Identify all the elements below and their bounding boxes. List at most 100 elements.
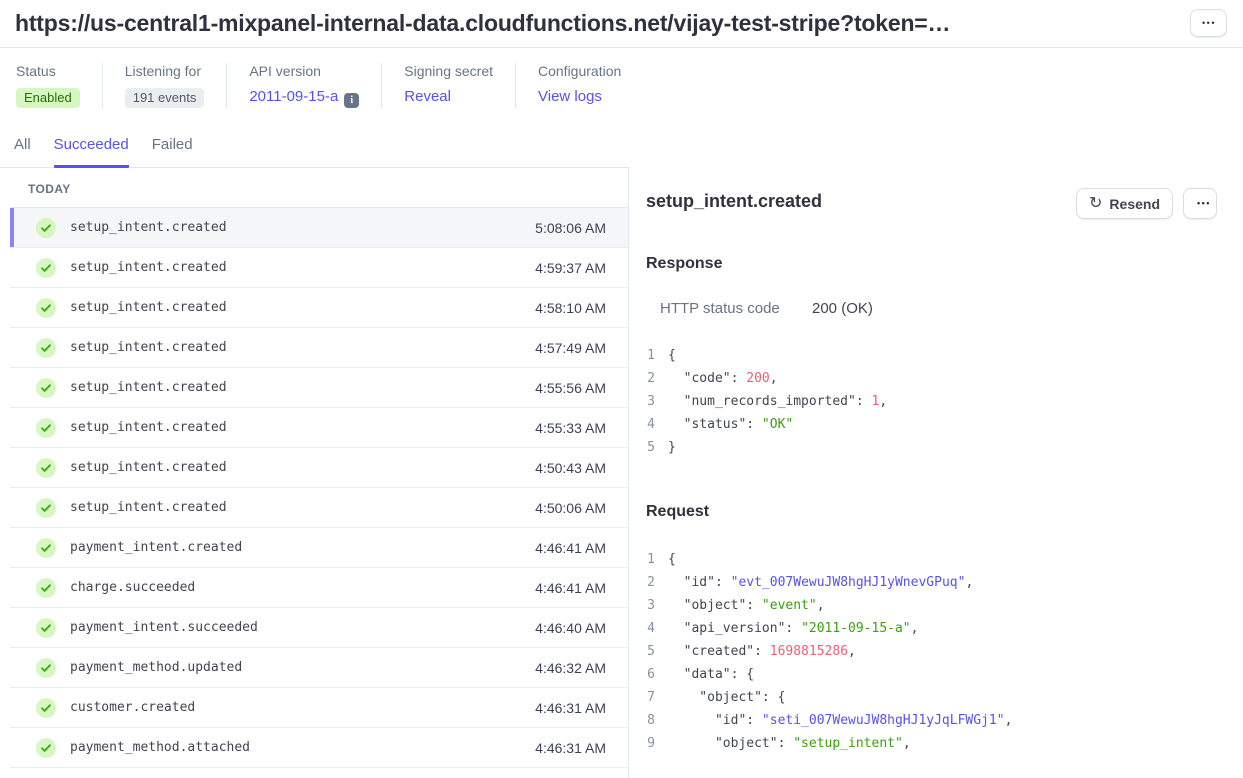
line-number: 7 (646, 686, 655, 709)
event-row[interactable]: payment_method.attached 4:46:31 AM (10, 728, 628, 768)
event-row[interactable]: charge.succeeded4:46:41 AM (10, 568, 628, 608)
event-time: 4:46:31 AM (535, 700, 606, 716)
line-number: 5 (646, 436, 655, 459)
success-check-icon (36, 418, 56, 438)
event-name: setup_intent.created (70, 500, 227, 515)
header-more-button[interactable]: ••• (1190, 9, 1227, 37)
event-time: 4:46:41 AM (535, 540, 606, 556)
api-version-link[interactable]: 2011-09-15-a (249, 88, 338, 105)
event-time: 4:50:43 AM (535, 460, 606, 476)
success-check-icon (36, 458, 56, 478)
line-number: 5 (646, 640, 655, 663)
event-filter-tabs: All Succeeded Failed (0, 124, 629, 168)
code-line: 5 "created": 1698815286, (646, 640, 1217, 663)
detail-header: setup_intent.created ↻ Resend ••• (646, 188, 1217, 219)
meta-api-version: API version 2011-09-15-a i (226, 63, 381, 108)
request-code-block: 1{2 "id": "evt_007WewuJW8hgHJ1yWnevGPuq"… (646, 548, 1217, 755)
code-line: 7 "object": { (646, 686, 1217, 709)
code-text: "api_version": "2011-09-15-a", (668, 617, 918, 640)
meta-label: Listening for (125, 63, 205, 79)
tab-failed[interactable]: Failed (152, 136, 193, 168)
event-time: 4:55:33 AM (535, 420, 606, 436)
event-time: 4:57:49 AM (535, 340, 606, 356)
meta-label: Configuration (538, 63, 621, 79)
event-detail-panel: setup_intent.created ↻ Resend ••• Respon… (629, 168, 1243, 778)
event-name: setup_intent.created (70, 340, 227, 355)
code-line: 8 "id": "seti_007WewuJW8hgHJ1yJqLFWGj1", (646, 709, 1217, 732)
code-line: 4 "api_version": "2011-09-15-a", (646, 617, 1217, 640)
code-line: 3 "object": "event", (646, 594, 1217, 617)
event-time: 4:58:10 AM (535, 300, 606, 316)
event-row[interactable]: setup_intent.created5:08:06 AM (10, 208, 628, 248)
detail-more-button[interactable]: ••• (1183, 188, 1217, 219)
meta-label: API version (249, 63, 359, 79)
success-check-icon (36, 578, 56, 598)
event-time: 4:46:31 AM (535, 740, 606, 756)
success-check-icon (36, 378, 56, 398)
success-check-icon (36, 498, 56, 518)
resend-icon: ↻ (1089, 196, 1102, 212)
resend-button[interactable]: ↻ Resend (1076, 188, 1173, 219)
code-line: 5} (646, 436, 1217, 459)
success-check-icon (36, 338, 56, 358)
resend-button-label: Resend (1109, 196, 1160, 212)
event-time: 4:46:40 AM (535, 620, 606, 636)
code-text: "id": "seti_007WewuJW8hgHJ1yJqLFWGj1", (668, 709, 1012, 732)
code-text: "object": { (668, 686, 785, 709)
event-rows: setup_intent.created5:08:06 AMsetup_inte… (10, 208, 628, 768)
event-row[interactable]: setup_intent.created 4:57:49 AM (10, 328, 628, 368)
success-check-icon (36, 538, 56, 558)
event-row[interactable]: customer.created4:46:31 AM (10, 688, 628, 728)
code-line: 6 "data": { (646, 663, 1217, 686)
line-number: 4 (646, 413, 655, 436)
event-time: 4:55:56 AM (535, 380, 606, 396)
event-name: payment_intent.created (70, 540, 242, 555)
status-badge: Enabled (16, 88, 80, 108)
code-line: 2 "id": "evt_007WewuJW8hgHJ1yWnevGPuq", (646, 571, 1217, 594)
event-row[interactable]: setup_intent.created4:58:10 AM (10, 288, 628, 328)
endpoint-meta-row: Status Enabled Listening for 191 events … (0, 48, 1243, 124)
success-check-icon (36, 738, 56, 758)
event-row[interactable]: setup_intent.created 4:50:43 AM (10, 448, 628, 488)
event-row[interactable]: payment_intent.created 4:46:41 AM (10, 528, 628, 568)
code-text: "created": 1698815286, (668, 640, 856, 663)
ellipsis-icon: ••• (1196, 199, 1211, 208)
event-list-panel: TODAY setup_intent.created5:08:06 AMsetu… (0, 168, 629, 778)
meta-configuration: Configuration View logs (515, 63, 643, 108)
view-logs-link[interactable]: View logs (538, 88, 602, 105)
event-name: payment_method.updated (70, 660, 242, 675)
line-number: 2 (646, 571, 655, 594)
content-split: TODAY setup_intent.created5:08:06 AMsetu… (0, 168, 1243, 778)
event-name: payment_method.attached (70, 740, 250, 755)
code-line: 1{ (646, 548, 1217, 571)
event-row[interactable]: payment_intent.succeeded 4:46:40 AM (10, 608, 628, 648)
meta-status: Status Enabled (16, 63, 102, 108)
line-number: 4 (646, 617, 655, 640)
line-number: 9 (646, 732, 655, 755)
event-name: payment_intent.succeeded (70, 620, 258, 635)
code-line: 1{ (646, 344, 1217, 367)
success-check-icon (36, 698, 56, 718)
event-row[interactable]: setup_intent.created 4:55:33 AM (10, 408, 628, 448)
event-row[interactable]: setup_intent.created4:50:06 AM (10, 488, 628, 528)
code-text: "object": "setup_intent", (668, 732, 911, 755)
code-line: 4 "status": "OK" (646, 413, 1217, 436)
event-name: setup_intent.created (70, 420, 227, 435)
event-row[interactable]: setup_intent.created4:55:56 AM (10, 368, 628, 408)
endpoint-url-title: https://us-central1-mixpanel-internal-da… (15, 10, 950, 37)
tab-succeeded[interactable]: Succeeded (54, 136, 129, 168)
success-check-icon (36, 218, 56, 238)
tab-all[interactable]: All (14, 136, 31, 168)
line-number: 3 (646, 594, 655, 617)
line-number: 6 (646, 663, 655, 686)
event-name: setup_intent.created (70, 460, 227, 475)
event-time: 5:08:06 AM (535, 220, 606, 236)
info-icon[interactable]: i (344, 93, 359, 108)
meta-label: Status (16, 63, 80, 79)
event-row[interactable]: setup_intent.created4:59:37 AM (10, 248, 628, 288)
reveal-secret-link[interactable]: Reveal (404, 88, 451, 105)
line-number: 2 (646, 367, 655, 390)
code-text: "id": "evt_007WewuJW8hgHJ1yWnevGPuq", (668, 571, 973, 594)
event-row[interactable]: payment_method.updated4:46:32 AM (10, 648, 628, 688)
success-check-icon (36, 618, 56, 638)
